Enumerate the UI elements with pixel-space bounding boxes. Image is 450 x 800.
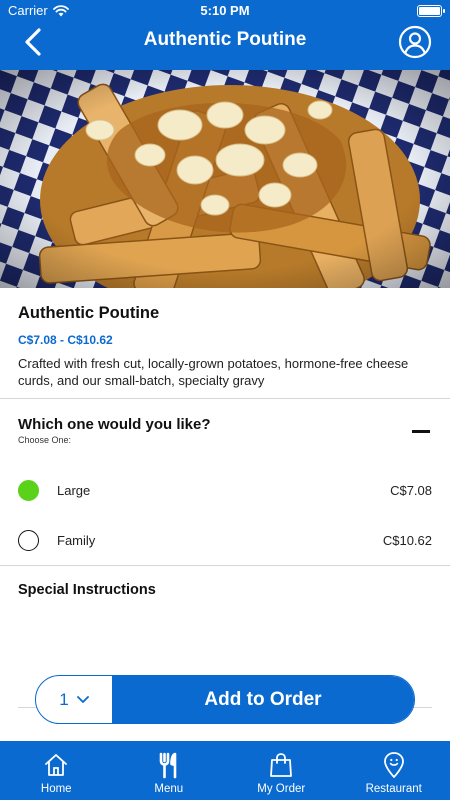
fork-knife-icon [159,752,177,779]
radio-button-selected[interactable] [18,479,39,501]
chevron-down-icon [76,695,89,703]
tab-menu[interactable]: Menu [113,741,226,800]
page-title: Authentic Poutine [143,29,307,50]
tab-restaurant[interactable]: Restaurant [338,741,450,800]
radio-button[interactable] [18,529,39,551]
option-label: Large [57,482,91,498]
minus-icon [412,430,430,433]
option-label: Family [57,532,96,548]
app-header: Carrier 5:10 PM Authentic Poutine [0,0,450,70]
divider [0,398,450,399]
location-pin-icon [383,752,404,778]
option-row-large[interactable]: Large C$7.08 [18,477,432,503]
item-description: Crafted with fresh cut, locally-grown po… [18,356,409,388]
status-time: 5:10 PM [200,3,250,18]
option-group-subtitle: Choose One: [18,435,72,445]
user-circle-icon [398,25,432,59]
tab-label: Menu [154,783,184,795]
tab-home[interactable]: Home [0,741,113,800]
order-bar: 1 Add to Order [35,675,415,724]
tab-bar: Home Menu My Order Restaurant [0,741,450,800]
quantity-value: 1 [59,689,69,709]
profile-button[interactable] [398,25,432,59]
status-bar: Carrier 5:10 PM [0,0,450,22]
divider [0,565,450,566]
option-price: C$7.08 [390,482,432,498]
poutine-image [0,70,450,288]
collapse-button[interactable] [412,430,430,434]
home-icon [45,754,68,776]
tab-label: Restaurant [365,783,422,795]
option-price: C$10.62 [382,532,432,548]
shopping-bag-icon [270,753,293,777]
add-to-order-button[interactable]: Add to Order [112,676,414,723]
size-option-group: Which one would you like? Choose One: [18,416,432,445]
item-name: Authentic Poutine [18,304,160,322]
option-row-family[interactable]: Family C$10.62 [18,527,432,553]
tab-my-order[interactable]: My Order [225,741,338,800]
battery-icon [417,5,445,17]
tab-label: Home [40,783,72,795]
item-details: Authentic Poutine C$7.08 - C$10.62 Craft… [18,304,432,389]
item-price-range: C$7.08 - C$10.62 [18,333,113,347]
tab-label: My Order [257,783,306,795]
special-instructions-label: Special Instructions [18,582,156,598]
quantity-selector[interactable]: 1 [36,676,112,723]
item-photo [0,70,450,288]
option-group-title: Which one would you like? [18,416,211,433]
